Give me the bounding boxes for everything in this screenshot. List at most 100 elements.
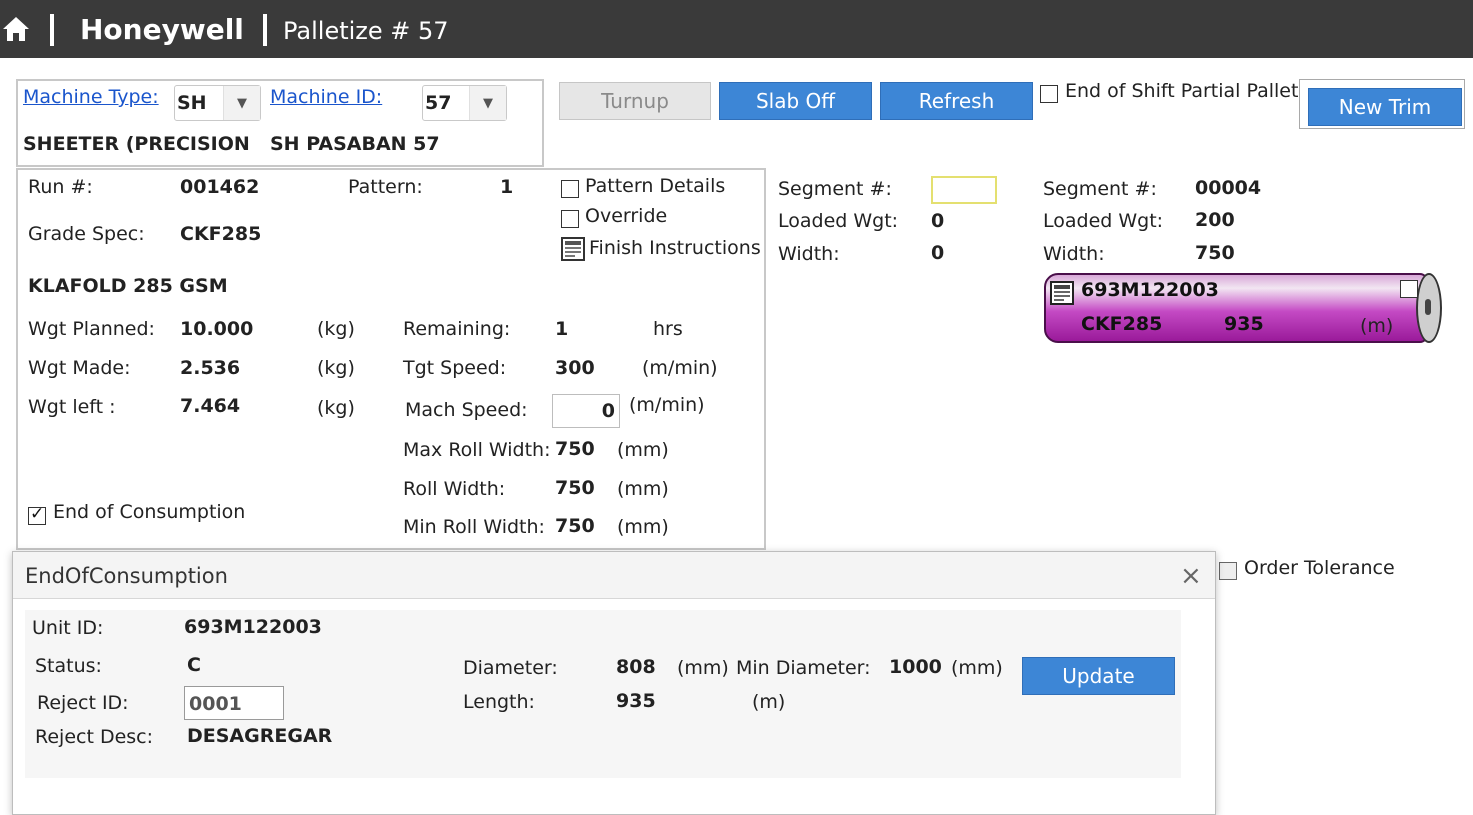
machine-type-desc: SHEETER (PRECISION xyxy=(23,133,250,155)
run-value: 001462 xyxy=(180,176,260,198)
home-icon[interactable] xyxy=(2,16,30,42)
roll-unit-id: 693M122003 xyxy=(1081,279,1219,301)
loaded-wgt-right-label: Loaded Wgt: xyxy=(1043,210,1164,232)
reject-desc-value: DESAGREGAR xyxy=(187,725,333,747)
grade-description: KLAFOLD 285 GSM xyxy=(28,275,228,297)
min-roll-width-unit: (mm) xyxy=(617,516,669,538)
width-left-value: 0 xyxy=(931,242,945,264)
machine-id-link[interactable]: Machine ID: xyxy=(270,86,382,108)
machine-type-link[interactable]: Machine Type: xyxy=(23,86,159,108)
slab-off-button[interactable]: Slab Off xyxy=(719,82,872,120)
close-icon[interactable]: × xyxy=(1180,561,1202,591)
wgt-left-value: 7.464 xyxy=(180,395,241,417)
length-label: Length: xyxy=(463,691,535,713)
roll-unit[interactable]: 693M122003 CKF285 935 (m) xyxy=(1044,273,1442,343)
pattern-details-checkbox[interactable] xyxy=(561,180,579,198)
pattern-label: Pattern: xyxy=(348,176,423,198)
mach-speed-unit: (m/min) xyxy=(629,394,705,416)
wgt-made-value: 2.536 xyxy=(180,357,241,379)
diameter-value: 808 xyxy=(616,656,656,678)
roll-grade: CKF285 xyxy=(1081,313,1163,335)
remaining-label: Remaining: xyxy=(403,318,511,340)
refresh-button[interactable]: Refresh xyxy=(880,82,1033,120)
order-tolerance-label: Order Tolerance xyxy=(1244,557,1395,579)
end-of-consumption-label: End of Consumption xyxy=(53,501,246,523)
segment-right-value: 00004 xyxy=(1195,177,1262,199)
segment-right-label: Segment #: xyxy=(1043,178,1157,200)
screen-title: Palletize # 57 xyxy=(283,17,449,45)
update-button[interactable]: Update xyxy=(1022,657,1175,695)
machine-id-select[interactable]: 57 ▼ xyxy=(422,85,507,121)
reject-desc-label: Reject Desc: xyxy=(35,726,154,748)
wgt-planned-unit: (kg) xyxy=(317,318,355,340)
min-diameter-unit: (mm) xyxy=(951,657,1003,679)
segment-left-label: Segment #: xyxy=(778,178,892,200)
wgt-left-unit: (kg) xyxy=(317,397,355,419)
header-separator xyxy=(50,14,54,46)
width-left-label: Width: xyxy=(778,243,840,265)
pattern-details-label: Pattern Details xyxy=(585,175,726,197)
mach-speed-input[interactable]: 0 xyxy=(552,394,620,428)
app-title: Honeywell xyxy=(80,13,244,46)
roll-end-cap xyxy=(1416,273,1442,343)
diameter-unit: (mm) xyxy=(677,657,729,679)
tgt-speed-value: 300 xyxy=(555,357,595,379)
max-roll-width-value: 750 xyxy=(555,438,595,460)
end-shift-checkbox[interactable] xyxy=(1040,85,1058,103)
finish-instructions-link[interactable]: Finish Instructions xyxy=(589,237,761,259)
top-bar: Honeywell Palletize # 57 xyxy=(0,0,1473,58)
width-right-label: Width: xyxy=(1043,243,1105,265)
roll-length-unit: (m) xyxy=(1360,315,1394,337)
roll-width-unit: (mm) xyxy=(617,478,669,500)
min-roll-width-value: 750 xyxy=(555,515,595,537)
finish-instructions-icon[interactable] xyxy=(561,237,585,261)
machine-id-value: 57 xyxy=(425,92,452,114)
machine-type-select[interactable]: SH ▼ xyxy=(174,85,261,121)
roll-select-checkbox[interactable] xyxy=(1400,280,1418,298)
end-shift-label: End of Shift Partial Pallet xyxy=(1065,80,1299,102)
unit-id-label: Unit ID: xyxy=(32,617,104,639)
mach-speed-value: 0 xyxy=(601,400,615,422)
end-of-consumption-checkbox[interactable] xyxy=(28,504,46,525)
min-roll-width-label: Min Roll Width: xyxy=(403,516,545,538)
reject-id-label: Reject ID: xyxy=(37,692,129,714)
wgt-made-unit: (kg) xyxy=(317,357,355,379)
max-roll-width-label: Max Roll Width: xyxy=(403,439,551,461)
unit-id-value: 693M122003 xyxy=(184,616,322,638)
min-diameter-value: 1000 xyxy=(889,656,942,678)
override-checkbox[interactable] xyxy=(561,210,579,228)
tgt-speed-label: Tgt Speed: xyxy=(403,357,507,379)
chevron-down-icon[interactable]: ▼ xyxy=(223,86,260,120)
grade-spec-value: CKF285 xyxy=(180,223,262,245)
roll-width-label: Roll Width: xyxy=(403,478,506,500)
min-diameter-label: Min Diameter: xyxy=(736,657,871,679)
loaded-wgt-right-value: 200 xyxy=(1195,209,1235,231)
segment-left-input[interactable] xyxy=(931,176,997,204)
width-right-value: 750 xyxy=(1195,242,1235,264)
override-label: Override xyxy=(585,205,668,227)
wgt-left-label: Wgt left : xyxy=(28,396,116,418)
wgt-planned-value: 10.000 xyxy=(180,318,254,340)
order-tolerance-checkbox[interactable] xyxy=(1219,562,1237,580)
remaining-value: 1 xyxy=(555,318,569,340)
chevron-down-icon[interactable]: ▼ xyxy=(469,86,506,120)
wgt-planned-label: Wgt Planned: xyxy=(28,318,155,340)
dialog-header: EndOfConsumption × xyxy=(13,552,1215,599)
reject-id-input[interactable]: 0001 xyxy=(184,686,284,720)
loaded-wgt-left-label: Loaded Wgt: xyxy=(778,210,899,232)
remaining-unit: hrs xyxy=(653,318,683,340)
max-roll-width-unit: (mm) xyxy=(617,439,669,461)
dialog-title: EndOfConsumption xyxy=(25,564,228,588)
loaded-wgt-left-value: 0 xyxy=(931,210,945,232)
roll-document-icon[interactable] xyxy=(1050,281,1074,305)
roll-length: 935 xyxy=(1224,313,1264,335)
length-unit: (m) xyxy=(752,691,786,713)
machine-id-desc: SH PASABAN 57 xyxy=(270,133,440,155)
grade-spec-label: Grade Spec: xyxy=(28,223,145,245)
header-separator xyxy=(263,14,267,46)
turnup-button[interactable]: Turnup xyxy=(559,82,711,120)
new-trim-button[interactable]: New Trim xyxy=(1308,88,1462,126)
end-of-consumption-dialog: EndOfConsumption × Unit ID: 693M122003 S… xyxy=(12,551,1216,815)
run-label: Run #: xyxy=(28,176,93,198)
wgt-made-label: Wgt Made: xyxy=(28,357,131,379)
